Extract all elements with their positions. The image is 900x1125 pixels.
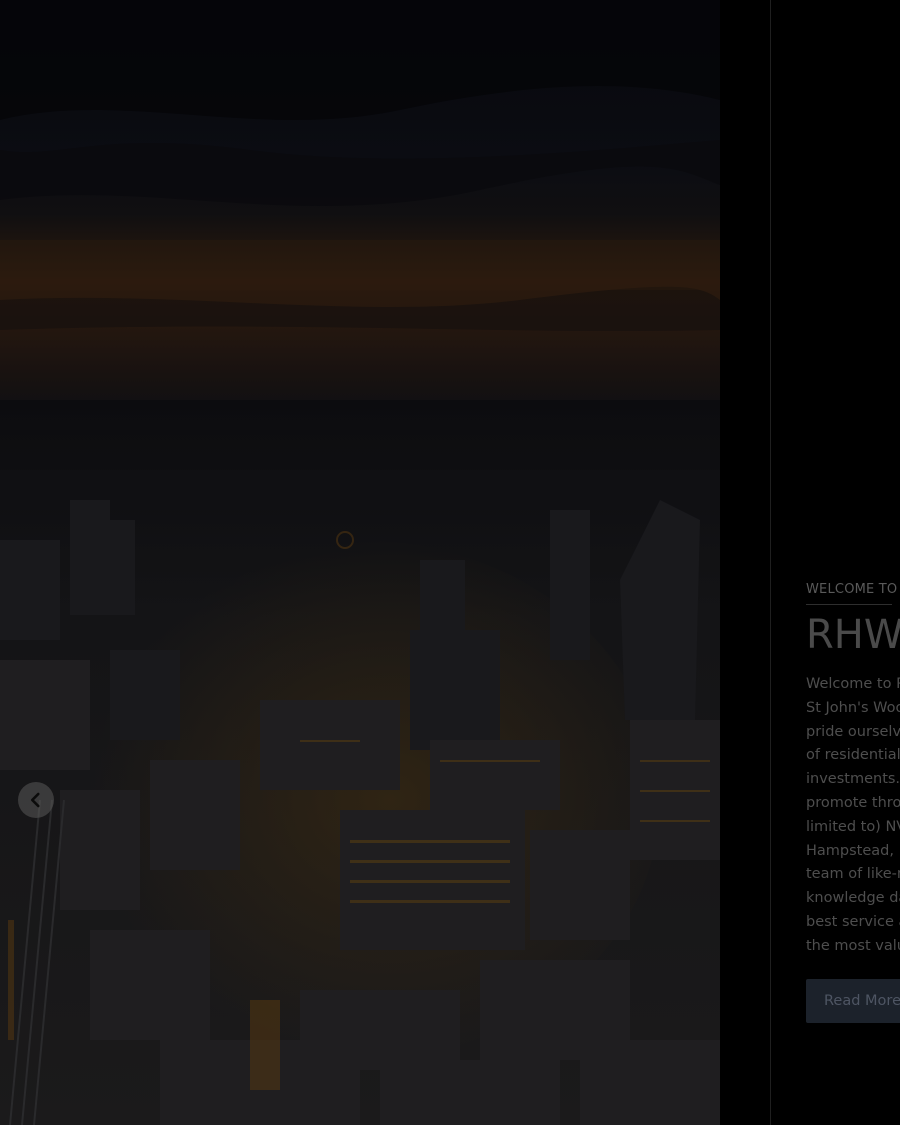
intro-line: best service a	[806, 913, 900, 930]
intro-line: investments. I	[806, 771, 900, 788]
slider-prev-button[interactable]	[18, 782, 54, 818]
chevron-left-icon	[30, 792, 40, 808]
read-more-button[interactable]: Read More	[806, 978, 900, 1023]
intro-line: team of like-m	[806, 866, 900, 883]
intro-line: Welcome to R	[806, 676, 900, 692]
intro-line: Hampstead, E	[806, 842, 900, 859]
city-skyline-illustration	[0, 0, 720, 1125]
intro-paragraph: Welcome to R St John's Woo pride ourselv…	[806, 673, 900, 959]
intro-line: pride ourselve	[806, 723, 900, 740]
page-title: RHW	[806, 612, 900, 658]
page: WELCOME TO RHW Welcome to R St John's Wo…	[0, 0, 900, 1125]
hero-image	[0, 0, 720, 1125]
intro-line: of residential	[806, 747, 900, 764]
intro-line: St John's Woo	[806, 699, 900, 716]
intro-line: knowledge da	[806, 890, 900, 907]
vertical-divider	[770, 0, 771, 1125]
eyebrow-underline	[806, 604, 892, 605]
welcome-eyebrow: WELCOME TO	[806, 582, 898, 597]
intro-line: limited to) NV	[806, 818, 900, 835]
intro-line: the most valu	[806, 937, 900, 954]
welcome-section: WELCOME TO RHW Welcome to R St John's Wo…	[806, 580, 900, 1023]
intro-line: promote thro	[806, 794, 900, 811]
